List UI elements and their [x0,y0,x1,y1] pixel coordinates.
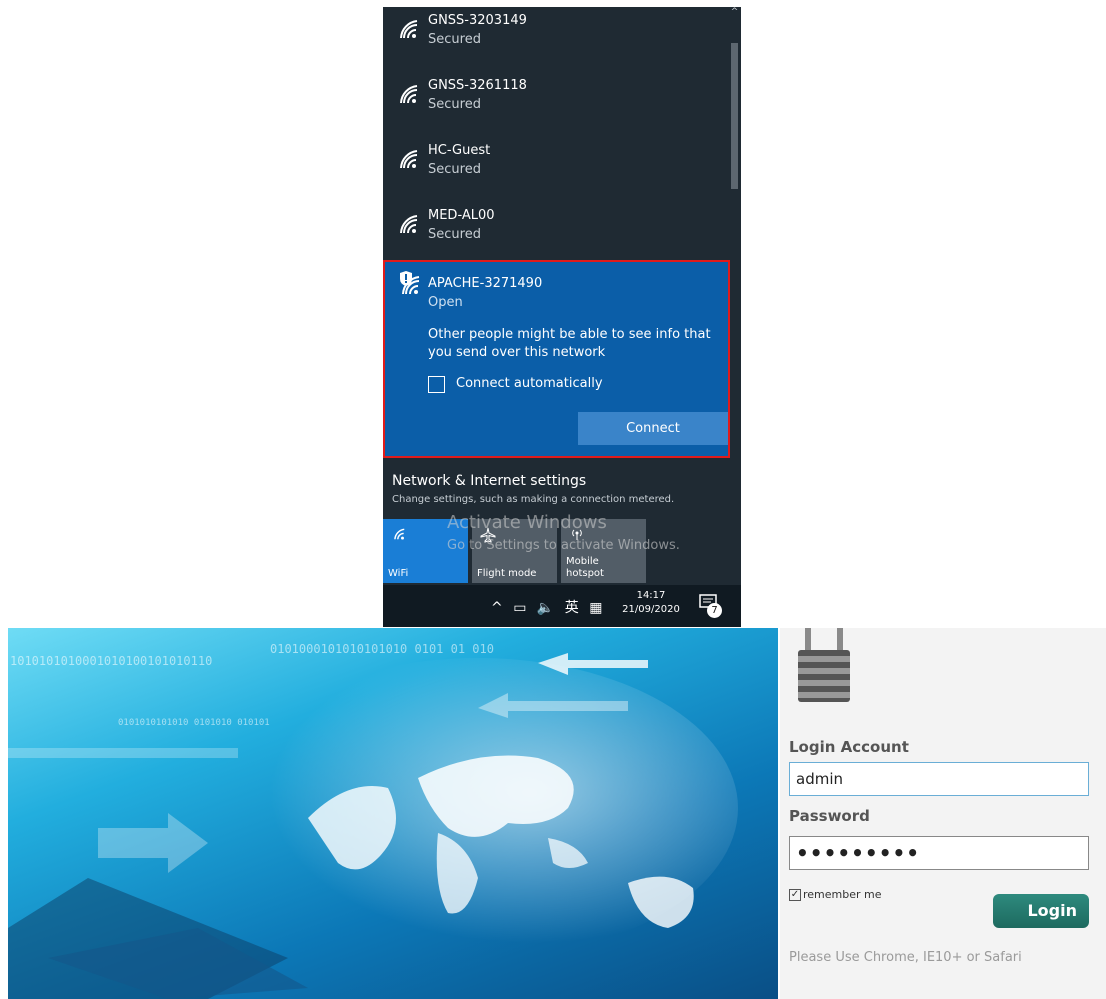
taskbar-clock[interactable]: 14:17 21/09/2020 [619,589,683,617]
password-label: Password [789,807,870,825]
scroll-thumb[interactable] [731,43,738,189]
network-ssid: HC-Guest [428,143,491,158]
remember-me[interactable]: ✓ remember me [789,888,882,901]
wifi-signal-icon [400,150,418,169]
login-button[interactable]: Login [993,894,1089,928]
activate-windows-hint: Go to Settings to activate Windows. [447,538,680,553]
network-status: Secured [428,32,481,47]
quick-action-label: Flight mode [477,568,537,579]
selected-network-ssid: APACHE-3271490 [428,276,543,291]
network-item-hc-guest[interactable]: HC-Guest Secured [383,137,728,197]
network-status: Secured [428,227,481,242]
connect-automatically-checkbox[interactable] [428,376,445,393]
wifi-open-shield-icon [400,271,420,295]
action-center-button[interactable]: 7 [699,594,722,618]
clock-time: 14:17 [636,590,666,601]
network-status: Secured [428,97,481,112]
clock-date: 21/09/2020 [622,604,680,615]
login-banner-image: 0101000101010101010 0101 01 010 10101010… [8,628,778,999]
wifi-signal-icon [400,85,418,104]
binary-decoration: 0101010101010 0101010 010101 [118,718,270,728]
network-item-gnss-3261118[interactable]: GNSS-3261118 Secured [383,72,728,132]
scroll-up-arrow-icon[interactable]: ^ [730,7,739,17]
world-map-graphic [8,653,738,999]
notification-count-badge: 7 [707,603,722,618]
network-item-gnss-3203149[interactable]: GNSS-3203149 Secured [383,7,728,67]
quick-action-label: WiFi [388,568,409,579]
network-settings-subtitle: Change settings, such as making a connec… [392,494,675,505]
binary-decoration: 0101000101010101010 0101 01 010 [270,642,494,656]
volume-icon[interactable]: 🔈 [537,600,554,616]
network-ssid: MED-AL00 [428,208,495,223]
taskbar: ^ ▭ 🔈 英 ▦ 14:17 21/09/2020 7 [383,585,741,627]
password-input[interactable]: ••••••••• [789,836,1089,870]
show-hidden-icons-chevron-icon[interactable]: ^ [491,600,503,616]
connect-automatically-label[interactable]: Connect automatically [456,376,603,391]
selected-network-status: Open [428,295,463,310]
login-page: 0101000101010101010 0101 01 010 10101010… [0,628,1106,999]
network-status: Secured [428,162,481,177]
browser-compatibility-hint: Please Use Chrome, IE10+ or Safari [789,950,1022,965]
wifi-icon [394,528,405,540]
network-item-med-al00[interactable]: MED-AL00 Secured [383,202,728,262]
ime-mode-icon[interactable]: ▦ [589,600,602,616]
wifi-signal-icon [400,215,418,234]
login-panel: Login Account admin Password ••••••••• ✓… [780,628,1106,999]
padlock-icon [798,628,850,702]
login-account-label: Login Account [789,738,909,756]
input-method-indicator[interactable]: 英 [565,600,579,616]
remember-me-checkbox[interactable]: ✓ [789,889,801,901]
remember-me-label[interactable]: remember me [803,888,882,901]
network-ssid: GNSS-3261118 [428,78,527,93]
login-account-input[interactable]: admin [789,762,1089,796]
open-network-warning: Other people might be able to see info t… [428,327,711,360]
network-settings-link[interactable]: Network & Internet settings [392,473,586,489]
connect-button[interactable]: Connect [578,412,728,445]
activate-windows-watermark: Activate Windows [447,512,607,533]
wifi-signal-icon [400,20,418,39]
network-ssid: GNSS-3203149 [428,13,527,28]
battery-icon[interactable]: ▭ [513,600,526,616]
quick-action-label: Mobile hotspot [566,556,604,579]
wifi-flyout: GNSS-3203149 Secured GNSS-3261118 Secure… [383,7,741,627]
selected-network-apache-3271490[interactable]: APACHE-3271490 Open Other people might b… [383,260,730,458]
binary-decoration: 1010101010001010100101010110 [10,654,213,668]
system-tray: ^ ▭ 🔈 英 ▦ [491,597,608,617]
